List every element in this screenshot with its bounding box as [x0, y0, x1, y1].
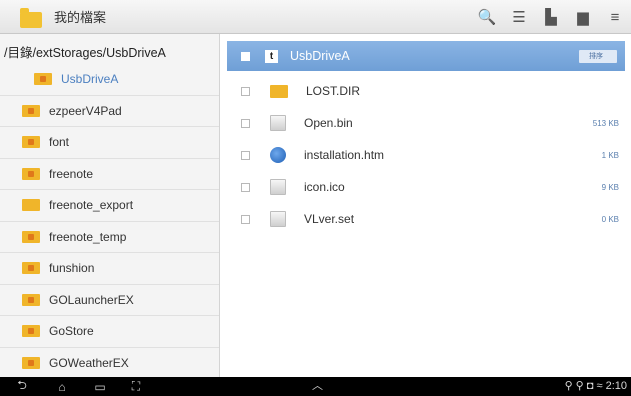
select-checkbox[interactable]	[241, 118, 250, 128]
directory-title: UsbDriveA	[290, 49, 350, 63]
recent-apps-icon[interactable]: ▭	[88, 380, 112, 394]
sidebar-folder-item[interactable]: GOLauncherEX	[0, 285, 219, 316]
folder-icon	[22, 230, 40, 243]
select-checkbox[interactable]	[241, 214, 250, 224]
search-icon[interactable]: 🔍	[473, 3, 501, 31]
breadcrumb: /目錄/extStorages/UsbDriveA	[4, 46, 166, 60]
drive-badge-icon: t	[265, 49, 278, 63]
select-checkbox[interactable]	[241, 86, 250, 96]
file-icon	[270, 211, 286, 227]
sidebar-folder-item[interactable]: freenote_export	[0, 190, 219, 222]
folder-icon	[22, 356, 40, 369]
folder-icon	[20, 7, 42, 28]
folder-icon	[22, 104, 40, 117]
sidebar-item-label: GOLauncherEX	[49, 292, 134, 307]
file-size: 0 KB	[601, 214, 619, 224]
folder-icon	[270, 84, 288, 98]
folder-icon	[22, 167, 40, 180]
list-item[interactable]: Open.bin 513 KB	[227, 107, 625, 139]
sidebar-item-label: font	[49, 135, 70, 150]
list-item[interactable]: VLver.set 0 KB	[227, 203, 625, 235]
list-item[interactable]: icon.ico 9 KB	[227, 171, 625, 203]
sidebar-folder-item[interactable]: GoStore	[0, 316, 219, 348]
folder-icon	[22, 262, 40, 275]
sidebar-item-label: freenote_export	[49, 198, 134, 213]
sidebar-item-label: freenote	[49, 166, 94, 181]
home-icon[interactable]: ⌂	[50, 380, 74, 394]
chevron-up-icon[interactable]: ︿	[312, 377, 323, 396]
sort-dropdown[interactable]: 排序	[579, 50, 617, 63]
select-all-checkbox[interactable]	[241, 51, 250, 61]
system-navigation-bar: ⮌ ⌂ ▭ ⛶ ︿ ⚲ ⚲ ◘ ≈ 2:10	[0, 377, 631, 396]
sidebar-item-current[interactable]: UsbDriveA	[0, 64, 219, 96]
sidebar: /目錄/extStorages/UsbDriveA UsbDriveA ezpe…	[0, 34, 220, 377]
app-title: 我的檔案	[54, 10, 107, 25]
file-list-panel: t UsbDriveA 排序 LOST.DIR Open.bin 513 KB ins…	[221, 34, 631, 377]
sidebar-folder-item[interactable]: freenote_temp	[0, 222, 219, 253]
folder-icon	[22, 199, 40, 212]
folder-icon	[34, 73, 52, 86]
folder-icon	[22, 293, 40, 306]
sidebar-folder-item[interactable]: ezpeerV4Pad	[0, 96, 219, 127]
current-directory-header[interactable]: t UsbDriveA 排序	[227, 41, 625, 71]
sidebar-folder-item[interactable]: GOWeatherEX	[0, 348, 219, 378]
file-name: VLver.set	[304, 212, 355, 226]
file-icon	[270, 115, 286, 131]
folder-icon	[22, 136, 40, 149]
sidebar-item-label: UsbDriveA	[61, 72, 119, 87]
file-icon	[270, 179, 286, 195]
new-folder-icon[interactable]: ▆	[569, 3, 597, 31]
file-name: installation.htm	[304, 148, 385, 162]
sidebar-folder-item[interactable]: font	[0, 127, 219, 159]
file-name: Open.bin	[304, 116, 353, 130]
action-bar: 我的檔案 🔍 ☰ ▙ ▆ ≡	[0, 0, 631, 34]
file-name: LOST.DIR	[306, 84, 361, 98]
file-size: 513 KB	[592, 118, 619, 128]
list-item[interactable]: LOST.DIR	[227, 75, 625, 107]
sidebar-item-label: ezpeerV4Pad	[49, 103, 122, 118]
file-name: icon.ico	[304, 180, 345, 194]
list-view-icon[interactable]: ☰	[505, 3, 533, 31]
screenshot-icon[interactable]: ⛶	[124, 379, 148, 394]
file-size: 1 KB	[601, 150, 619, 160]
sidebar-item-label: funshion	[49, 261, 95, 276]
back-icon[interactable]: ⮌	[10, 376, 34, 396]
toolbar: 🔍 ☰ ▙ ▆ ≡	[471, 0, 631, 34]
list-item[interactable]: installation.htm 1 KB	[227, 139, 625, 171]
menu-icon[interactable]: ≡	[601, 3, 629, 31]
folder-icon	[22, 325, 40, 338]
status-bar: ⚲ ⚲ ◘ ≈ 2:10	[564, 380, 627, 392]
upload-icon[interactable]: ▙	[537, 3, 565, 31]
sidebar-item-label: GOWeatherEX	[49, 355, 129, 370]
sidebar-folder-item[interactable]: freenote	[0, 159, 219, 190]
select-checkbox[interactable]	[241, 182, 250, 192]
sidebar-item-label: GoStore	[49, 324, 94, 339]
sidebar-item-label: freenote_temp	[49, 229, 127, 244]
web-file-icon	[270, 147, 286, 163]
file-size: 9 KB	[601, 182, 619, 192]
sidebar-folder-item[interactable]: funshion	[0, 253, 219, 285]
select-checkbox[interactable]	[241, 150, 250, 160]
